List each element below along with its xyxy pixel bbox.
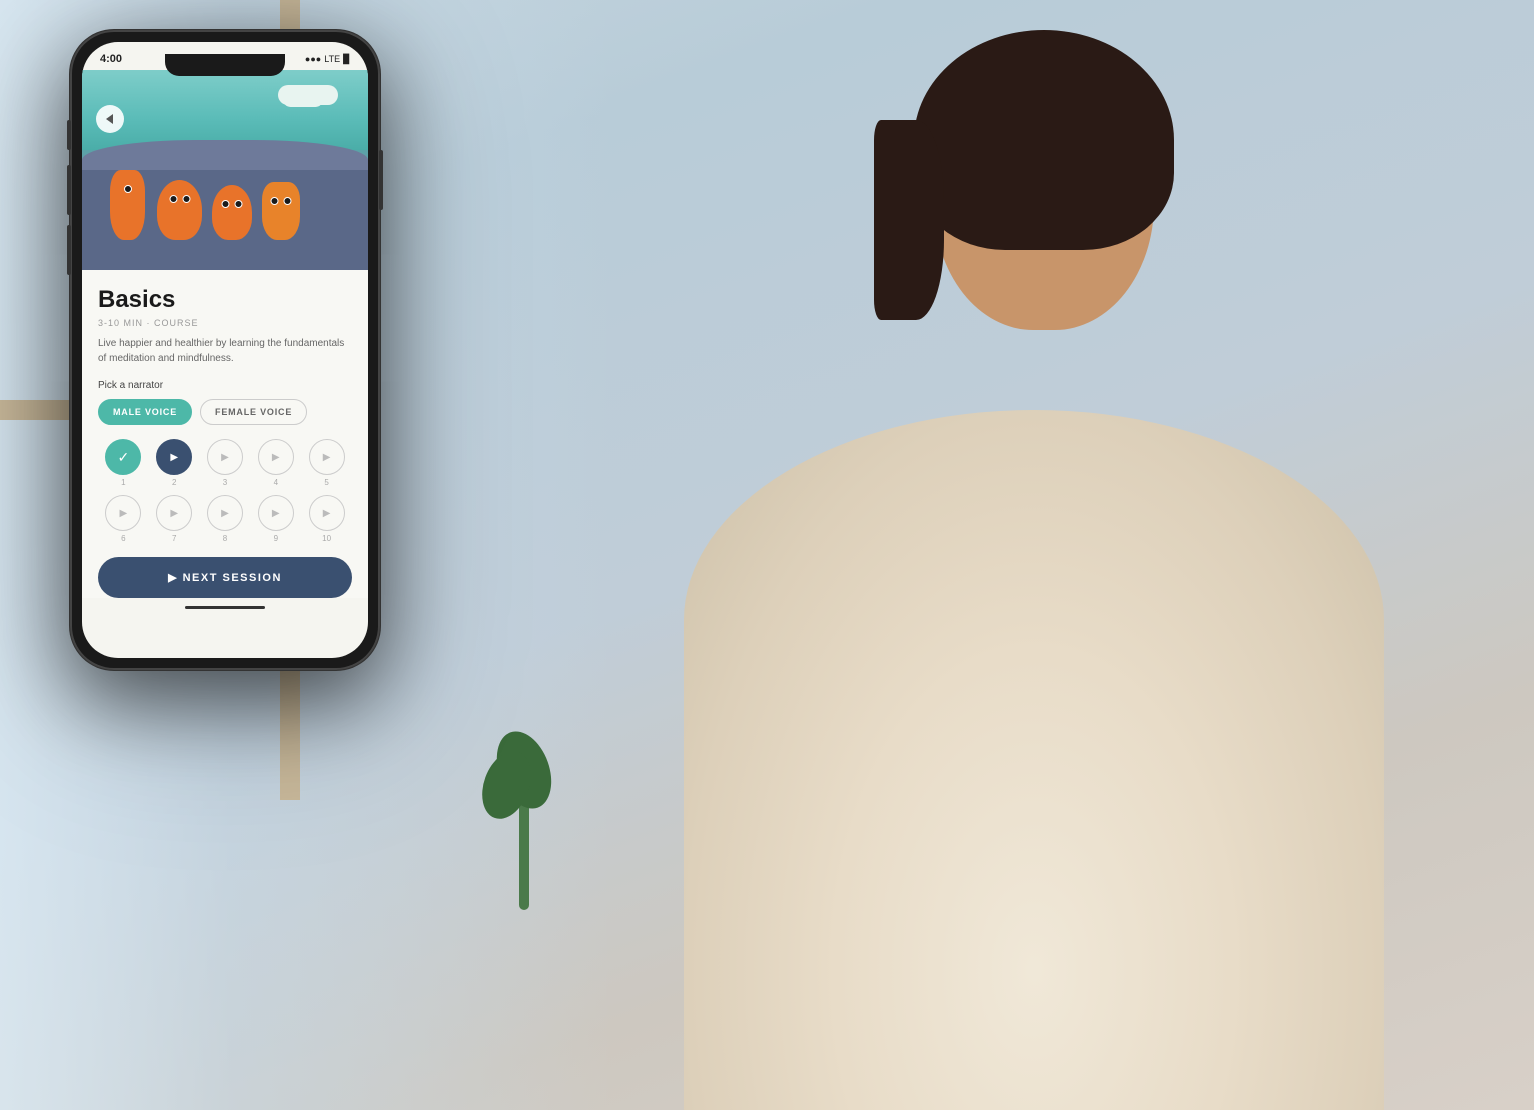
- course-title: Basics: [98, 286, 352, 314]
- background-plant: [494, 730, 554, 910]
- session-6-play-icon: ▶: [120, 508, 128, 519]
- session-9-number: 9: [274, 534, 278, 543]
- session-circle-8[interactable]: ▶: [207, 495, 243, 531]
- session-circle-9[interactable]: ▶: [258, 495, 294, 531]
- creature-2-eye-left: [169, 195, 177, 203]
- course-content-area: Basics 3-10 MIN · COURSE Live happier an…: [82, 270, 368, 598]
- creature-2-eyes: [169, 195, 190, 203]
- creature-4: [262, 182, 300, 240]
- session-circle-7[interactable]: ▶: [156, 495, 192, 531]
- creature-4-eye-left: [271, 197, 279, 205]
- phone-mockup: 4:00 ●●● LTE ▉: [70, 30, 380, 670]
- session-4-number: 4: [274, 478, 278, 487]
- session-1-check-icon: ✓: [118, 449, 130, 466]
- phone-volume-down-button: [67, 225, 71, 275]
- cloud-2: [283, 92, 323, 107]
- session-item-9[interactable]: ▶ 9: [252, 495, 299, 543]
- phone-body: 4:00 ●●● LTE ▉: [70, 30, 380, 670]
- phone-notch: [165, 54, 285, 76]
- session-item-6[interactable]: ▶ 6: [100, 495, 147, 543]
- session-5-play-icon: ▶: [323, 452, 331, 463]
- creature-2-eye-right: [182, 195, 190, 203]
- female-voice-button[interactable]: FEMALE VOICE: [200, 399, 307, 425]
- woman-sweater: [684, 410, 1384, 1110]
- course-meta: 3-10 MIN · COURSE: [98, 318, 352, 328]
- creature-1-eyes: [124, 185, 132, 193]
- session-item-3[interactable]: ▶ 3: [202, 439, 249, 487]
- session-circle-6[interactable]: ▶: [105, 495, 141, 531]
- session-3-number: 3: [223, 478, 227, 487]
- creature-1-eye-left: [124, 185, 132, 193]
- phone-power-button: [379, 150, 383, 210]
- session-5-number: 5: [324, 478, 328, 487]
- male-voice-button[interactable]: MALE VOICE: [98, 399, 192, 425]
- session-8-number: 8: [223, 534, 227, 543]
- phone-screen: 4:00 ●●● LTE ▉: [82, 42, 368, 658]
- narrator-selector: MALE VOICE FEMALE VOICE: [98, 399, 352, 425]
- session-circle-3[interactable]: ▶: [207, 439, 243, 475]
- back-chevron-icon: [106, 114, 113, 124]
- session-item-5[interactable]: ▶ 5: [303, 439, 350, 487]
- session-item-2[interactable]: ▶ 2: [151, 439, 198, 487]
- status-time: 4:00: [100, 53, 122, 65]
- session-9-play-icon: ▶: [272, 508, 280, 519]
- creature-3-eyes: [222, 200, 243, 208]
- narrator-label: Pick a narrator: [98, 380, 352, 391]
- signal-icon: ●●●: [305, 54, 321, 64]
- woman-hair-side: [874, 120, 944, 320]
- session-item-7[interactable]: ▶ 7: [151, 495, 198, 543]
- creature-4-eye-right: [284, 197, 292, 205]
- session-4-play-icon: ▶: [272, 452, 280, 463]
- session-1-number: 1: [121, 478, 125, 487]
- session-7-number: 7: [172, 534, 176, 543]
- woman-hair: [914, 30, 1174, 250]
- session-8-play-icon: ▶: [221, 508, 229, 519]
- session-7-play-icon: ▶: [170, 508, 178, 519]
- course-description: Live happier and healthier by learning t…: [98, 336, 352, 366]
- next-session-button[interactable]: ▶ NEXT SESSION: [98, 557, 352, 598]
- creature-3-eye-right: [235, 200, 243, 208]
- status-icons: ●●● LTE ▉: [305, 54, 350, 65]
- session-3-play-icon: ▶: [221, 452, 229, 463]
- session-circle-5[interactable]: ▶: [309, 439, 345, 475]
- course-hero-image: [82, 70, 368, 270]
- home-indicator: [185, 606, 265, 609]
- session-2-play-icon: ▶: [170, 452, 178, 463]
- session-item-4[interactable]: ▶ 4: [252, 439, 299, 487]
- session-10-number: 10: [322, 534, 331, 543]
- scroll-content: Basics 3-10 MIN · COURSE Live happier an…: [82, 70, 368, 658]
- creature-2: [157, 180, 202, 240]
- hero-sky: [82, 70, 368, 150]
- session-10-play-icon: ▶: [323, 508, 331, 519]
- session-circle-1[interactable]: ✓: [105, 439, 141, 475]
- session-6-number: 6: [121, 534, 125, 543]
- creature-4-eyes: [271, 197, 292, 205]
- creature-3-eye-left: [222, 200, 230, 208]
- session-circle-2[interactable]: ▶: [156, 439, 192, 475]
- battery-icon: ▉: [343, 54, 350, 65]
- session-item-8[interactable]: ▶ 8: [202, 495, 249, 543]
- session-2-number: 2: [172, 478, 176, 487]
- sessions-grid: ✓ 1 ▶ 2: [98, 439, 352, 543]
- phone-mute-button: [67, 120, 71, 150]
- creature-1: [110, 170, 145, 240]
- back-button[interactable]: [96, 105, 124, 133]
- session-circle-4[interactable]: ▶: [258, 439, 294, 475]
- session-item-10[interactable]: ▶ 10: [303, 495, 350, 543]
- creature-3: [212, 185, 252, 240]
- phone-volume-up-button: [67, 165, 71, 215]
- session-circle-10[interactable]: ▶: [309, 495, 345, 531]
- network-type: LTE: [324, 54, 340, 64]
- session-item-1[interactable]: ✓ 1: [100, 439, 147, 487]
